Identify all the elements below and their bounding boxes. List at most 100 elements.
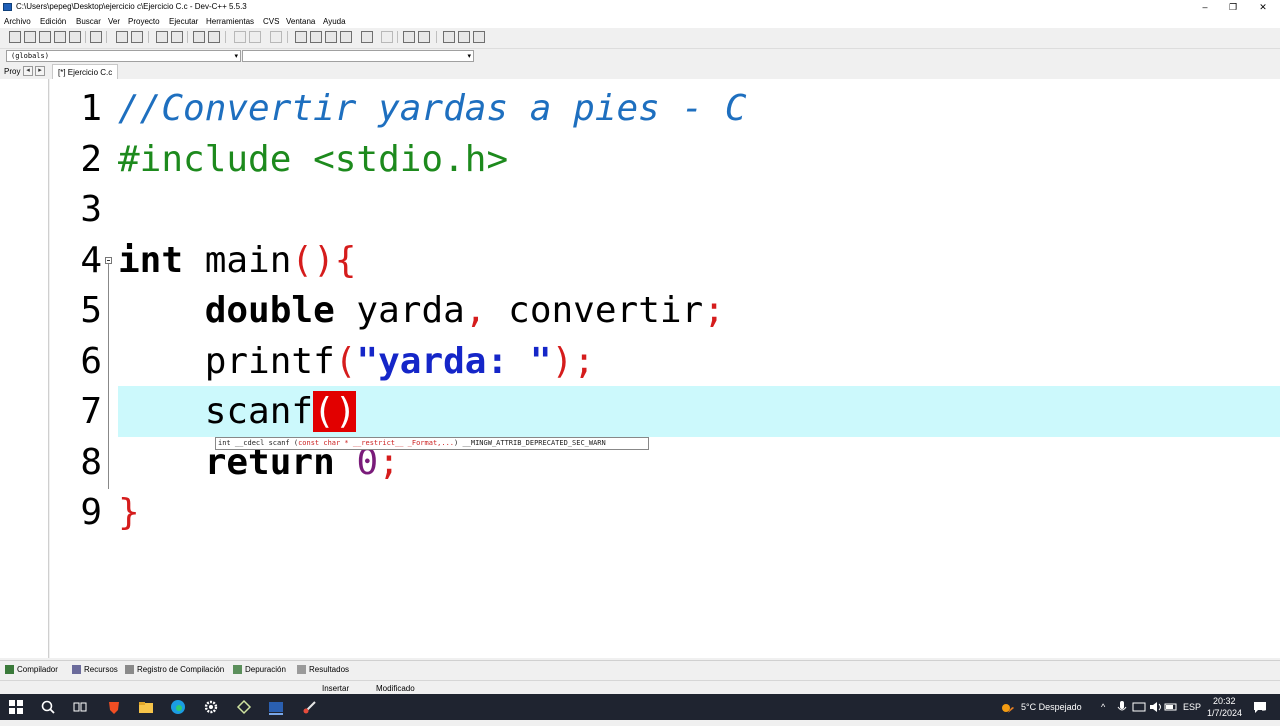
bookmark-icon[interactable] xyxy=(270,31,282,43)
tab-scroll-left-button[interactable]: ◂ xyxy=(23,66,33,76)
check-syntax-icon[interactable] xyxy=(361,31,373,43)
close-file-icon[interactable] xyxy=(69,31,81,43)
bottom-panel-tabs: Compilador Recursos Registro de Compilac… xyxy=(0,660,1280,679)
debug-icon[interactable] xyxy=(418,31,430,43)
menu-ayuda[interactable]: Ayuda xyxy=(323,17,346,26)
tab-registro[interactable]: Registro de Compilación xyxy=(125,665,224,674)
fold-guide-line xyxy=(108,264,109,489)
battery-icon[interactable] xyxy=(1163,699,1179,715)
save-icon[interactable] xyxy=(39,31,51,43)
weather-text[interactable]: 5°C Despejado xyxy=(1021,694,1082,720)
replace-icon[interactable] xyxy=(171,31,183,43)
menu-buscar[interactable]: Buscar xyxy=(76,17,101,26)
brave-browser-icon[interactable] xyxy=(106,699,122,715)
redo-icon[interactable] xyxy=(131,31,143,43)
open-dir-icon[interactable] xyxy=(443,31,455,43)
show-hidden-icons-icon[interactable]: ^ xyxy=(1101,694,1105,720)
line-number: 1 xyxy=(80,88,102,129)
profile-icon[interactable] xyxy=(403,31,415,43)
member-combo[interactable]: ▾ xyxy=(242,50,474,62)
exit-icon[interactable] xyxy=(458,31,470,43)
chevron-down-icon: ▾ xyxy=(234,52,238,60)
window-title: C:\Users\pepeg\Desktop\ejercicio c\Ejerc… xyxy=(16,2,247,11)
comment-token: //Convertir yardas a pies - C xyxy=(118,88,747,129)
undo-icon[interactable] xyxy=(116,31,128,43)
help-icon[interactable] xyxy=(473,31,485,43)
class-browser-icon[interactable] xyxy=(325,31,337,43)
new-file-icon[interactable] xyxy=(9,31,21,43)
tab-ejercicio-c[interactable]: [*] Ejercicio C.c xyxy=(52,64,119,79)
close-button[interactable]: ✕ xyxy=(1246,0,1280,14)
unindent-icon[interactable] xyxy=(208,31,220,43)
grid-icon[interactable] xyxy=(340,31,352,43)
goto-forward-icon[interactable] xyxy=(249,31,261,43)
print-icon[interactable] xyxy=(90,31,102,43)
tab-depuracion[interactable]: Depuración xyxy=(233,665,286,674)
tab-scroll-right-button[interactable]: ▸ xyxy=(35,66,45,76)
save-all-icon[interactable] xyxy=(54,31,66,43)
line-number-gutter: 1 2 3 4 5 6 7 8 9 xyxy=(50,79,108,658)
toolbar-separator xyxy=(148,31,149,43)
task-view-icon[interactable] xyxy=(72,699,88,715)
line-number: 3 xyxy=(80,189,102,230)
restore-button[interactable]: ❐ xyxy=(1216,0,1250,14)
language-indicator[interactable]: ESP xyxy=(1183,694,1201,720)
identifier-token: yarda xyxy=(334,290,465,331)
menu-edicion[interactable]: Edición xyxy=(40,17,66,26)
menu-ver[interactable]: Ver xyxy=(108,17,120,26)
volume-icon[interactable] xyxy=(1148,699,1164,715)
menu-ejecutar[interactable]: Ejecutar xyxy=(169,17,198,26)
toolbar-separator xyxy=(106,31,107,43)
menu-proyecto[interactable]: Proyecto xyxy=(128,17,160,26)
weather-icon[interactable] xyxy=(1000,699,1016,715)
toolbar-separator xyxy=(85,31,86,43)
network-icon[interactable] xyxy=(1131,699,1147,715)
paint-app-icon[interactable] xyxy=(302,699,318,715)
symbol-token: ( xyxy=(334,341,357,382)
insert-mode-status: Insertar xyxy=(322,684,350,693)
identifier-token: main xyxy=(183,240,292,281)
menu-cvs[interactable]: CVS xyxy=(263,17,279,26)
tab-compilador[interactable]: Compilador xyxy=(5,665,58,674)
symbol-token: ; xyxy=(703,290,725,331)
microphone-icon[interactable] xyxy=(1114,699,1130,715)
windows-start-icon[interactable] xyxy=(8,699,24,715)
identifier-token: printf xyxy=(204,341,335,382)
tab-resultados[interactable]: Resultados xyxy=(297,665,349,674)
code-line-7: scanf() xyxy=(118,387,357,437)
settings-gear-icon[interactable] xyxy=(203,699,219,715)
goto-back-icon[interactable] xyxy=(234,31,246,43)
line-number: 9 xyxy=(80,492,102,533)
devcpp-taskbar-icon[interactable] xyxy=(268,699,284,715)
check-icon xyxy=(233,665,242,674)
stop-icon[interactable] xyxy=(381,31,393,43)
find-icon[interactable] xyxy=(156,31,168,43)
menu-archivo[interactable]: Archivo xyxy=(4,17,31,26)
hint-signature-start: int __cdecl scanf ( xyxy=(218,439,299,447)
scope-combo[interactable]: (globals) ▾ xyxy=(6,50,241,62)
tab-recursos[interactable]: Recursos xyxy=(72,665,118,674)
search-icon[interactable] xyxy=(40,699,56,715)
toolbar-separator xyxy=(187,31,188,43)
code-editor[interactable]: 1 2 3 4 5 6 7 8 9 //Convertir yardas a p… xyxy=(50,79,1280,658)
layout-icon[interactable] xyxy=(310,31,322,43)
open-file-icon[interactable] xyxy=(24,31,36,43)
project-panel-tab[interactable]: Proy xyxy=(4,67,20,76)
file-explorer-icon[interactable] xyxy=(138,699,154,715)
symbol-token: (){ xyxy=(291,240,357,281)
menu-herramientas[interactable]: Herramientas xyxy=(206,17,254,26)
code-line-2: #include <stdio.h> xyxy=(118,135,508,185)
clock-date[interactable]: 1/7/2024 xyxy=(1207,700,1242,726)
fold-toggle-icon[interactable] xyxy=(105,257,112,264)
edge-browser-icon[interactable] xyxy=(170,699,186,715)
app-icon[interactable] xyxy=(236,699,252,715)
identifier-token: convertir xyxy=(486,290,704,331)
menu-ventana[interactable]: Ventana xyxy=(286,17,315,26)
new-project-icon[interactable] xyxy=(295,31,307,43)
project-panel xyxy=(0,79,49,658)
identifier-token: scanf xyxy=(204,391,314,432)
menu-bar: Archivo Edición Buscar Ver Proyecto Ejec… xyxy=(0,14,1280,28)
indent-icon[interactable] xyxy=(193,31,205,43)
toolbar-separator xyxy=(287,31,288,43)
